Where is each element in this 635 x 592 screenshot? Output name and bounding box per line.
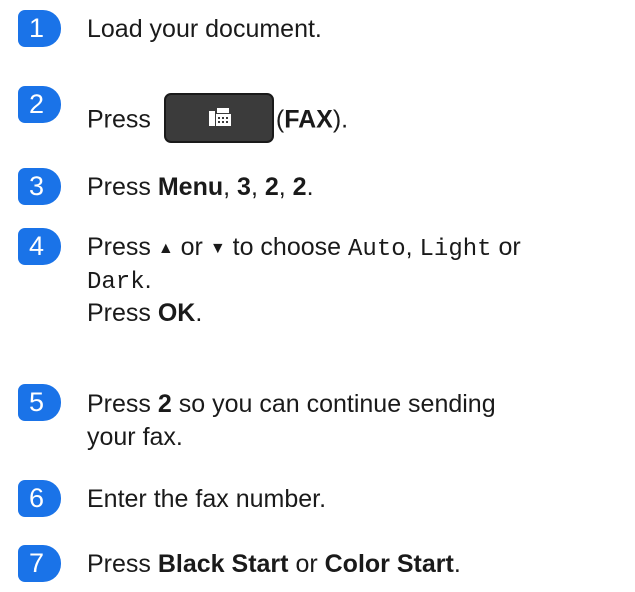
press-text: Press [87, 105, 151, 134]
step-6-text: Enter the fax number. [87, 485, 327, 513]
open-paren: ( [275, 105, 285, 134]
step-5-line-1: Press 2 so you can continue sending [87, 388, 615, 421]
step-4-line-2: Dark. [87, 265, 615, 298]
option-dark: Dark [87, 269, 145, 296]
step-number-badge: 2 [18, 86, 61, 123]
fax-label: FAX [284, 105, 333, 134]
step-text: Press Menu, 3, 2, 2. [87, 172, 615, 202]
black-start-key: Black Start [157, 550, 289, 578]
up-arrow-icon: ▲ [157, 240, 174, 257]
down-arrow-icon: ▼ [209, 240, 226, 257]
step-text: Enter the fax number. [87, 484, 615, 514]
key-2: 2 [292, 173, 307, 201]
step-number-badge: 3 [18, 168, 61, 205]
period: . [453, 550, 461, 578]
color-start-key: Color Start [324, 550, 454, 578]
close-paren: ). [332, 105, 349, 134]
comma: , [405, 233, 413, 261]
step-number-badge: 4 [18, 228, 61, 265]
ok-key: OK [157, 299, 196, 327]
press-text: Press [87, 299, 151, 327]
or-text: or [295, 550, 318, 578]
separator: , [223, 173, 238, 201]
option-light: Light [419, 236, 492, 263]
or-text: or [180, 233, 203, 261]
your-fax-text: your fax. [87, 423, 183, 451]
step-text: Press Black Start or Color Start. [87, 549, 615, 579]
step-number-badge: 7 [18, 545, 61, 582]
step-1-text: Load your document. [87, 15, 322, 43]
fax-button[interactable] [163, 93, 274, 143]
separator: , [278, 173, 293, 201]
option-auto: Auto [348, 236, 406, 263]
to-choose-text: to choose [232, 233, 342, 261]
fax-icon [208, 108, 231, 126]
period: . [144, 266, 152, 294]
press-text: Press [87, 390, 151, 418]
step-number-badge: 1 [18, 10, 61, 47]
key-3: 3 [237, 173, 251, 201]
menu-key: Menu [157, 173, 224, 201]
step-text: Load your document. [87, 14, 615, 44]
or-text: or [498, 233, 521, 261]
step-5-line-2: your fax. [87, 421, 615, 454]
step-text: Press (FAX). [87, 93, 615, 146]
period: . [195, 299, 203, 327]
key-2: 2 [157, 390, 172, 418]
press-text: Press [87, 550, 151, 578]
step-number-badge: 6 [18, 480, 61, 517]
separator: , [250, 173, 265, 201]
key-2: 2 [264, 173, 279, 201]
step-4-line-3: Press OK. [87, 298, 615, 329]
press-text: Press [87, 173, 151, 201]
period: . [306, 173, 314, 201]
step-number-badge: 5 [18, 384, 61, 421]
continue-text: so you can continue sending [178, 390, 496, 418]
step-text: Press 2 so you can continue sending your… [87, 388, 615, 454]
step-4-line-1: Press ▲ or ▼ to choose Auto, Light or [87, 232, 615, 265]
press-text: Press [87, 233, 151, 261]
step-text: Press ▲ or ▼ to choose Auto, Light or Da… [87, 232, 615, 329]
